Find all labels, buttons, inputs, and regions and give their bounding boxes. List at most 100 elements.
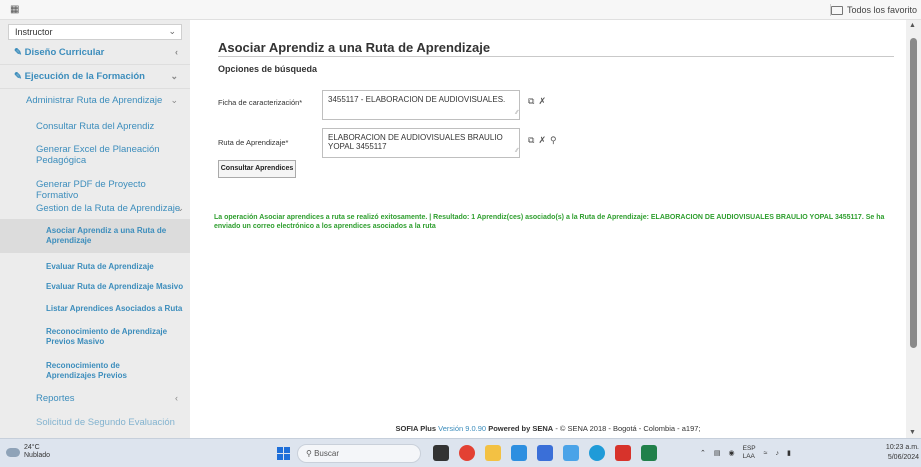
main-panel: Asociar Aprendiz a una Ruta de Aprendiza…: [190, 20, 906, 438]
bookmarks-bar: ▦ Todos los favorito: [0, 0, 921, 20]
sidebar-item-gestion-ruta[interactable]: Gestion de la Ruta de Aprendizaje ⌄: [0, 203, 190, 214]
footer-powered: Powered by SENA: [488, 424, 554, 433]
ruta-actions: ⧉ ✗ ⚲: [528, 135, 557, 146]
file-explorer-icon[interactable]: [485, 445, 501, 461]
sidebar-item-ejecucion-formacion[interactable]: ✎ Ejecución de la Formación ⌄: [0, 71, 190, 82]
sidebar: Instructor ⌄ ✎ Diseño Curricular ‹ ✎ Eje…: [0, 20, 190, 438]
sidebar-item-reconocimiento-masivo[interactable]: Reconocimiento de Aprendizaje Previos Ma…: [0, 327, 190, 347]
sidebar-item-diseno-curricular[interactable]: ✎ Diseño Curricular ‹: [0, 47, 190, 58]
temperature: 24°C: [24, 444, 40, 451]
sidebar-item-label: Generar Excel de Planeación Pedagógica: [36, 144, 160, 166]
chevron-down-icon: ⌄: [168, 26, 176, 36]
edit-icon: ✎: [14, 47, 25, 58]
chevron-up-icon[interactable]: ⌃: [700, 449, 706, 457]
language-indicator[interactable]: ESP LAA: [743, 445, 756, 461]
chevron-down-icon: ⌄: [176, 203, 184, 213]
ficha-value: 3455117 - ELABORACION DE AUDIOVISUALES.: [328, 95, 506, 104]
battery-icon[interactable]: ▮: [787, 449, 791, 457]
success-message: La operación Asociar aprendices a ruta s…: [214, 214, 885, 230]
store-icon[interactable]: [537, 445, 553, 461]
sidebar-item-label: Evaluar Ruta de Aprendizaje: [46, 262, 154, 271]
weather-widget[interactable]: 24°C Nublado: [6, 444, 50, 460]
sidebar-item-administrar-ruta[interactable]: Administrar Ruta de Aprendizaje ⌄: [0, 95, 190, 106]
task-view-icon[interactable]: [433, 445, 449, 461]
sidebar-item-generar-pdf[interactable]: Generar PDF de Proyecto Formativo: [0, 179, 190, 201]
scroll-thumb[interactable]: [910, 38, 917, 348]
lang-code: ESP: [742, 445, 756, 452]
all-favorites-button[interactable]: Todos los favorito: [830, 3, 917, 17]
apps-grid-icon[interactable]: ▦: [10, 5, 20, 15]
footer-version[interactable]: Versión 9.0.90: [438, 424, 486, 433]
sidebar-item-label: Listar Aprendices Asociados a Ruta: [46, 304, 183, 313]
security-icon[interactable]: ◉: [729, 449, 735, 457]
photos-icon[interactable]: [511, 445, 527, 461]
folder-icon: [830, 5, 843, 15]
chevron-down-icon: ⌄: [170, 95, 178, 105]
system-tray: ⌃ ▤ ◉ ESP LAA ≈ ♪ ▮: [700, 445, 791, 461]
clock[interactable]: 10:23 a.m. 5/06/2024: [886, 443, 919, 463]
chevron-left-icon: ‹: [175, 393, 178, 403]
sidebar-item-label: Gestion de la Ruta de Aprendizaje: [36, 203, 181, 214]
sidebar-item-reconocimiento-previos[interactable]: Reconocimiento de Aprendizajes Previos: [0, 361, 190, 381]
ruta-value: ELABORACION DE AUDIOVISUALES BRAULIO YOP…: [328, 133, 503, 151]
search-options-heading: Opciones de búsqueda: [218, 64, 318, 74]
sidebar-item-label: Evaluar Ruta de Aprendizaje Masivo: [46, 282, 184, 291]
excel-icon[interactable]: [641, 445, 657, 461]
resize-grip-icon: ∕∕: [515, 148, 518, 154]
ruta-label: Ruta de Aprendizaje*: [218, 138, 289, 147]
consultar-aprendices-button[interactable]: Consultar Aprendices: [218, 160, 296, 178]
resize-grip-icon: ∕∕: [515, 110, 518, 116]
page-scrollbar[interactable]: ▲ ▼: [906, 20, 921, 438]
wifi-icon[interactable]: ≈: [764, 450, 768, 457]
chrome-icon[interactable]: [459, 445, 475, 461]
search-placeholder: Buscar: [314, 449, 339, 458]
sidebar-item-asociar-aprendiz[interactable]: Asociar Aprendiz a una Ruta de Aprendiza…: [0, 219, 190, 253]
cloud-icon: [6, 447, 20, 457]
sidebar-item-consultar-ruta[interactable]: Consultar Ruta del Aprendiz: [0, 121, 190, 132]
ruta-field[interactable]: ELABORACION DE AUDIOVISUALES BRAULIO YOP…: [322, 128, 520, 158]
taskbar-search[interactable]: ⚲ Buscar: [297, 444, 421, 463]
sidebar-item-evaluar-ruta[interactable]: Evaluar Ruta de Aprendizaje: [0, 262, 190, 271]
scroll-down-icon[interactable]: ▼: [909, 429, 916, 436]
clear-icon[interactable]: ✗: [538, 135, 546, 146]
sidebar-item-label: Solicitud de Segundo Evaluación: [36, 417, 175, 428]
sidebar-item-label: Ejecución de la Formación: [24, 71, 145, 82]
role-select[interactable]: Instructor ⌄: [8, 24, 182, 40]
sidebar-item-label: Consultar Ruta del Aprendiz: [36, 121, 155, 132]
search-icon[interactable]: ⚲: [550, 135, 557, 146]
role-select-value: Instructor: [15, 27, 53, 37]
sidebar-item-label: Reconocimiento de Aprendizaje Previos Ma…: [46, 327, 168, 346]
footer-copyright: - © SENA 2018 - Bogotá - Colombia - a197…: [555, 424, 701, 433]
search-icon: ⚲: [306, 449, 312, 458]
footer: SOFIA Plus Versión 9.0.90 Powered by SEN…: [190, 424, 906, 438]
start-button[interactable]: [277, 447, 290, 460]
sidebar-item-generar-excel[interactable]: Generar Excel de Planeación Pedagógica: [0, 144, 170, 166]
clear-icon[interactable]: ✗: [538, 96, 546, 107]
ficha-label: Ficha de caracterización*: [218, 98, 303, 107]
clock-date: 5/06/2024: [887, 454, 919, 461]
sidebar-item-label: Asociar Aprendiz a una Ruta de Aprendiza…: [46, 226, 167, 245]
sidebar-item-label: Administrar Ruta de Aprendizaje: [26, 95, 163, 106]
acrobat-icon[interactable]: [615, 445, 631, 461]
taskbar-apps: [433, 445, 657, 461]
page-title: Asociar Aprendiz a una Ruta de Aprendiza…: [218, 40, 491, 55]
sidebar-item-label: Diseño Curricular: [24, 47, 105, 58]
scroll-up-icon[interactable]: ▲: [909, 22, 916, 29]
ficha-actions: ⧉ ✗: [528, 96, 546, 107]
sidebar-item-reportes[interactable]: Reportes ‹: [0, 393, 190, 404]
select-icon[interactable]: ⧉: [528, 135, 534, 146]
sidebar-item-label: Reportes: [36, 393, 75, 404]
sidebar-item-label: Generar PDF de Proyecto Formativo: [36, 179, 146, 201]
gallery-icon[interactable]: [563, 445, 579, 461]
edge-icon[interactable]: [589, 445, 605, 461]
sidebar-item-listar-aprendices[interactable]: Listar Aprendices Asociados a Ruta: [0, 304, 190, 313]
select-icon[interactable]: ⧉: [528, 96, 534, 107]
notes-icon[interactable]: ▤: [714, 449, 721, 457]
sidebar-item-evaluar-ruta-masivo[interactable]: Evaluar Ruta de Aprendizaje Masivo: [0, 282, 190, 291]
edit-icon: ✎: [14, 71, 25, 82]
chevron-down-icon: ⌄: [170, 71, 178, 81]
volume-icon[interactable]: ♪: [775, 450, 779, 457]
ficha-field[interactable]: 3455117 - ELABORACION DE AUDIOVISUALES. …: [322, 90, 520, 120]
sidebar-item-solicitud[interactable]: Solicitud de Segundo Evaluación: [0, 417, 190, 428]
taskbar: 24°C Nublado ⚲ Buscar ⌃ ▤ ◉ ESP LAA ≈ ♪ …: [0, 438, 921, 467]
